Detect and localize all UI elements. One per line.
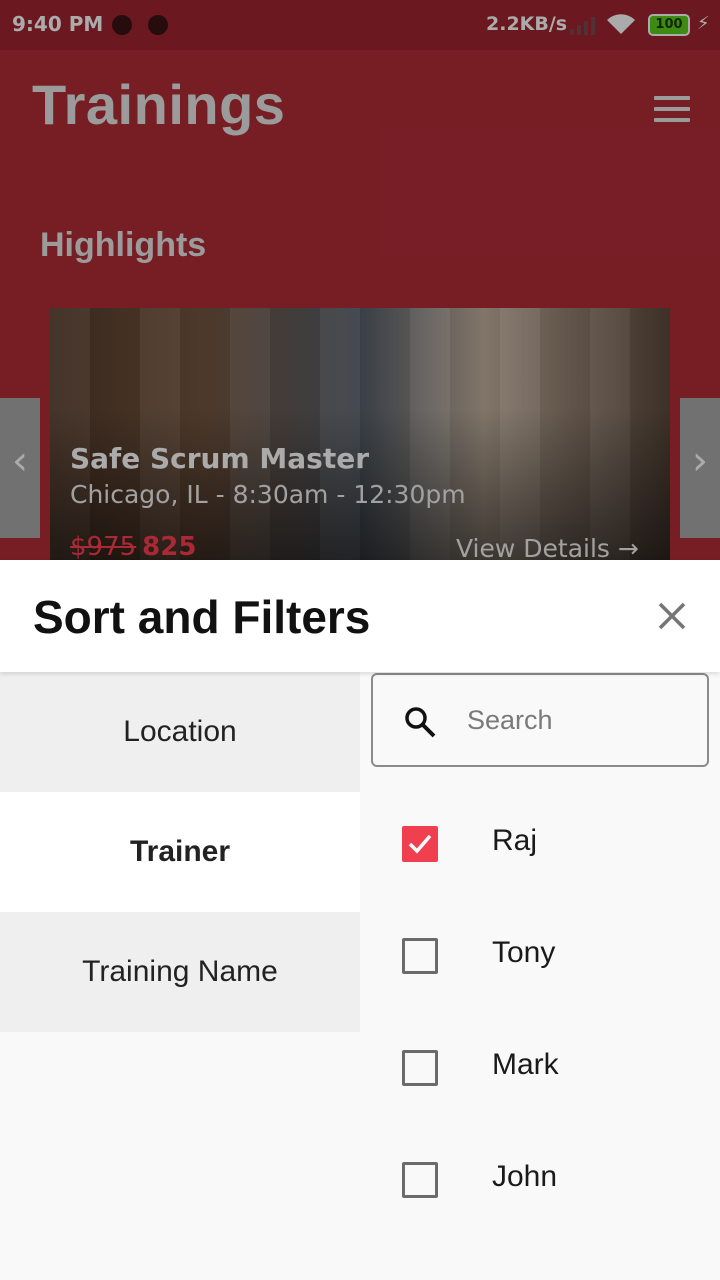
close-icon[interactable] bbox=[652, 596, 692, 636]
checkbox-checked[interactable] bbox=[402, 826, 438, 862]
option-label: Mark bbox=[492, 1048, 559, 1081]
list-item[interactable]: John bbox=[360, 1124, 720, 1236]
list-item[interactable]: Raj bbox=[360, 788, 720, 900]
tab-location[interactable]: Location bbox=[0, 672, 360, 792]
list-item[interactable]: Tony bbox=[360, 900, 720, 1012]
list-item[interactable]: Mark bbox=[360, 1012, 720, 1124]
sheet-header: Sort and Filters bbox=[0, 560, 720, 672]
option-label: John bbox=[492, 1160, 558, 1193]
tab-training-name[interactable]: Training Name bbox=[0, 912, 360, 1032]
option-label: Tony bbox=[492, 936, 556, 969]
checkbox[interactable] bbox=[402, 1050, 438, 1086]
filter-category-list: Location Trainer Training Name bbox=[0, 672, 360, 1032]
search-icon bbox=[405, 707, 436, 738]
trainer-options: Raj Tony Mark John bbox=[360, 788, 720, 1236]
checkbox[interactable] bbox=[402, 938, 438, 974]
sheet-title: Sort and Filters bbox=[33, 591, 371, 643]
search-input[interactable] bbox=[467, 697, 697, 743]
checkbox[interactable] bbox=[402, 1162, 438, 1198]
option-label: Raj bbox=[492, 824, 538, 857]
modal-scrim[interactable] bbox=[0, 0, 720, 560]
search-field[interactable] bbox=[371, 673, 709, 767]
sort-filter-sheet: Sort and Filters Location Trainer Traini… bbox=[0, 560, 720, 1280]
checkmark-icon bbox=[408, 834, 432, 854]
tab-trainer[interactable]: Trainer bbox=[0, 792, 360, 912]
trainings-screen: 9:40 PM 2.2KB/s 100 ⚡ Trainings Highligh… bbox=[0, 0, 720, 560]
